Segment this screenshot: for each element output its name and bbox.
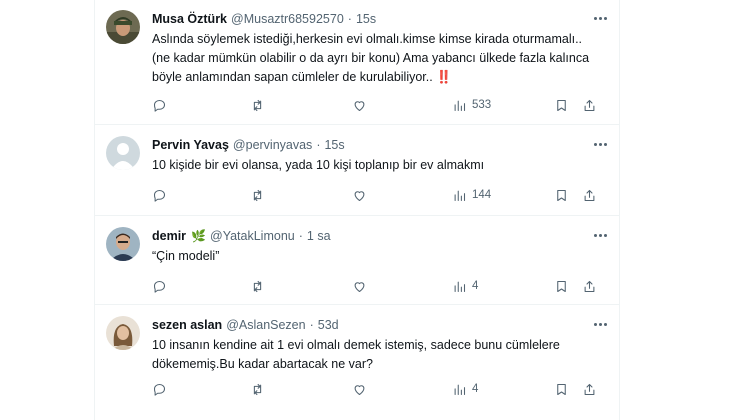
more-options-icon[interactable] (594, 12, 610, 24)
retweet-button[interactable] (250, 186, 265, 204)
more-options-icon[interactable] (594, 138, 610, 150)
author-handle[interactable]: @AslanSezen (226, 318, 305, 332)
views-button[interactable]: 144 (452, 186, 491, 204)
tweet-actions: 4 (152, 380, 606, 398)
retweet-button[interactable] (250, 380, 265, 398)
like-button[interactable] (352, 96, 367, 114)
share-icon (584, 383, 595, 395)
separator-dot: · (298, 229, 303, 243)
author-name[interactable]: Musa Öztürk (152, 12, 227, 26)
author-handle[interactable]: @pervinyavas (233, 138, 312, 152)
more-options-icon[interactable] (594, 318, 610, 330)
tweet[interactable]: Musa Öztürk @Musaztr68592570 · 15s Aslın… (94, 0, 620, 125)
retweet-button[interactable] (250, 96, 265, 114)
reply-button[interactable] (152, 277, 167, 295)
military-avatar-icon (106, 10, 140, 44)
author-name[interactable]: sezen aslan (152, 318, 222, 332)
tweet[interactable]: demir 🌿 @YatakLimonu · 1 sa “Çin modeli”… (94, 217, 620, 305)
views-count: 4 (472, 280, 479, 292)
separator-dot: · (316, 138, 321, 152)
reply-button[interactable] (152, 186, 167, 204)
tweet-actions: 144 (152, 186, 606, 204)
bookmark-icon (557, 280, 566, 292)
bookmark-button[interactable] (554, 186, 569, 204)
retweet-icon (253, 280, 262, 292)
tweet-actions: 533 (152, 96, 606, 114)
share-icon (584, 280, 595, 292)
tweet-text: “Çin modeli” (152, 249, 220, 263)
avatar[interactable] (106, 227, 140, 261)
avatar[interactable] (106, 136, 140, 170)
author-handle[interactable]: @Musaztr68592570 (231, 12, 344, 26)
like-button[interactable] (352, 380, 367, 398)
woman-avatar-icon (106, 316, 140, 350)
author-name[interactable]: Pervin Yavaş (152, 138, 229, 152)
timestamp[interactable]: 1 sa (307, 229, 331, 243)
reply-icon (153, 280, 166, 293)
bookmark-button[interactable] (554, 96, 569, 114)
bookmark-button[interactable] (554, 380, 569, 398)
bookmark-icon (557, 383, 566, 395)
timestamp[interactable]: 15s (356, 12, 376, 26)
reply-icon (153, 383, 166, 396)
bookmark-icon (557, 189, 566, 201)
tweet[interactable]: sezen aslan @AslanSezen · 53d 10 insanın… (94, 306, 620, 420)
share-button[interactable] (582, 277, 597, 295)
analytics-icon (454, 190, 466, 201)
like-button[interactable] (352, 277, 367, 295)
views-button[interactable]: 4 (452, 277, 478, 295)
timestamp[interactable]: 15s (324, 138, 344, 152)
bookmark-button[interactable] (554, 277, 569, 295)
author-name[interactable]: demir (152, 229, 186, 243)
more-options-icon[interactable] (594, 229, 610, 241)
views-count: 144 (472, 189, 492, 201)
heart-icon (354, 384, 365, 395)
views-count: 4 (472, 383, 479, 395)
tweet-text: 10 insanın kendine ait 1 evi olmalı deme… (152, 338, 560, 371)
tweet-text: 10 kişide bir evi olansa, yada 10 kişi t… (152, 158, 485, 172)
share-button[interactable] (582, 186, 597, 204)
retweet-button[interactable] (250, 277, 265, 295)
retweet-icon (253, 99, 262, 111)
separator-dot: · (347, 12, 352, 26)
retweet-icon (253, 189, 262, 201)
tweet-text: Aslında söylemek istediği,herkesin evi o… (152, 30, 596, 87)
reply-icon (153, 189, 166, 202)
heart-icon (354, 190, 365, 201)
man-avatar-icon (106, 227, 140, 261)
reply-icon (153, 99, 166, 112)
timestamp[interactable]: 53d (318, 318, 339, 332)
tweet-text-content: Aslında söylemek istediği,herkesin evi o… (152, 32, 590, 84)
author-handle[interactable]: @YatakLimonu (210, 229, 295, 243)
heart-icon (354, 281, 365, 292)
like-button[interactable] (352, 186, 367, 204)
retweet-icon (253, 383, 262, 395)
share-icon (584, 99, 595, 111)
double-exclamation-emoji: ‼️ (436, 70, 452, 84)
tweet[interactable]: Pervin Yavaş @pervinyavas · 15s 10 kişid… (94, 126, 620, 216)
views-button[interactable]: 533 (452, 96, 491, 114)
views-button[interactable]: 4 (452, 380, 478, 398)
heart-icon (354, 100, 365, 111)
analytics-icon (454, 384, 466, 395)
herb-emoji: 🌿 (191, 229, 206, 243)
analytics-icon (454, 281, 466, 292)
avatar[interactable] (106, 10, 140, 44)
default-avatar-icon (106, 136, 140, 170)
share-icon (584, 189, 595, 201)
reply-button[interactable] (152, 380, 167, 398)
share-button[interactable] (582, 380, 597, 398)
reply-button[interactable] (152, 96, 167, 114)
tweet-actions: 4 (152, 277, 606, 295)
bookmark-icon (557, 99, 566, 111)
share-button[interactable] (582, 96, 597, 114)
separator-dot: · (309, 318, 314, 332)
views-count: 533 (472, 99, 492, 111)
analytics-icon (454, 100, 466, 111)
avatar[interactable] (106, 316, 140, 350)
